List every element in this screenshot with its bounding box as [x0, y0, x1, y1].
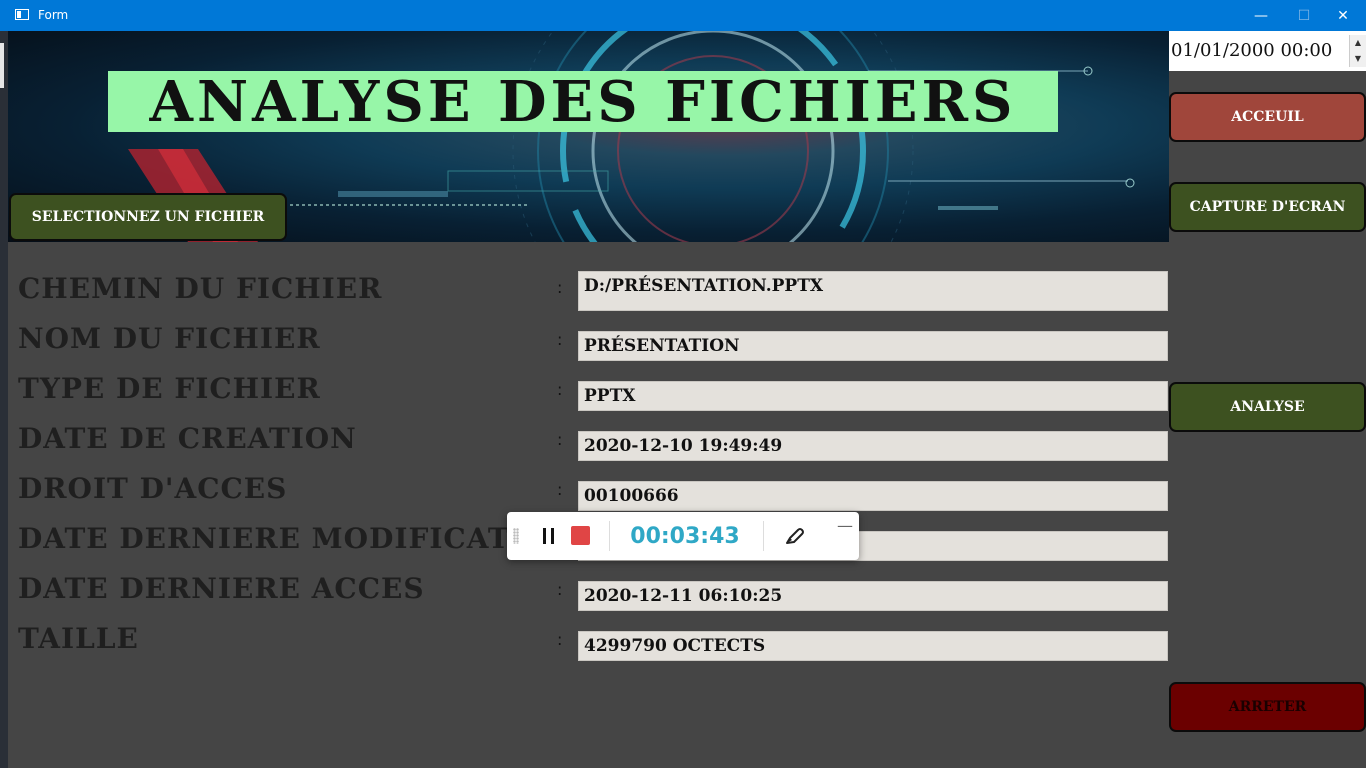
pause-icon[interactable]: [539, 526, 559, 546]
spin-up-icon[interactable]: ▲: [1350, 35, 1366, 51]
datetime-value: 01/01/2000 00:00: [1171, 40, 1333, 61]
close-button[interactable]: ✕: [1320, 0, 1366, 31]
separator: [763, 521, 764, 551]
datetime-spinner[interactable]: ▲ ▼: [1349, 35, 1366, 67]
colon: :: [557, 630, 563, 649]
page-title: ANALYSE DES FICHIERS: [108, 71, 1058, 132]
window-titlebar[interactable]: Form — ☐ ✕: [0, 0, 1366, 31]
acceuil-button[interactable]: ACCEUIL: [1169, 92, 1366, 142]
label-date-modification: DATE DERNIERE MODIFICATION: [18, 522, 576, 555]
analyse-button[interactable]: ANALYSE: [1169, 382, 1366, 432]
datetime-picker[interactable]: 01/01/2000 00:00 ▲ ▼: [1169, 31, 1366, 71]
label-date-creation: DATE DE CREATION: [18, 422, 357, 455]
screen-recorder-toolbar[interactable]: 00:03:43 —: [507, 512, 859, 560]
window-app-icon: [15, 9, 29, 20]
label-date-acces: DATE DERNIERE ACCES: [18, 572, 425, 605]
minimize-recorder-icon[interactable]: —: [837, 516, 853, 535]
arreter-button[interactable]: ARRETER: [1169, 682, 1366, 732]
stop-icon[interactable]: [571, 526, 590, 545]
colon: :: [557, 330, 563, 349]
spin-down-icon[interactable]: ▼: [1350, 51, 1366, 67]
field-taille[interactable]: 4299790 OCTECTS: [578, 631, 1168, 661]
field-chemin[interactable]: D:/PRÉSENTATION.PPTX: [578, 271, 1168, 311]
colon: :: [557, 580, 563, 599]
colon: :: [557, 380, 563, 399]
field-nom[interactable]: PRÉSENTATION: [578, 331, 1168, 361]
minimize-button[interactable]: —: [1238, 0, 1284, 31]
field-date-acces[interactable]: 2020-12-11 06:10:25: [578, 581, 1168, 611]
colon: :: [557, 430, 563, 449]
field-date-creation[interactable]: 2020-12-10 19:49:49: [578, 431, 1168, 461]
field-type[interactable]: PPTX: [578, 381, 1168, 411]
label-droit-acces: DROIT D'ACCES: [18, 472, 288, 505]
label-type: TYPE DE FICHIER: [18, 372, 321, 405]
separator: [609, 521, 610, 551]
select-file-button[interactable]: SELECTIONNEZ UN FICHIER: [9, 193, 287, 241]
drag-handle-icon[interactable]: [513, 528, 519, 544]
label-chemin: CHEMIN DU FICHIER: [18, 272, 383, 305]
left-window-edge: [0, 31, 8, 768]
label-nom: NOM DU FICHIER: [18, 322, 321, 355]
recording-timer: 00:03:43: [630, 524, 740, 549]
pen-icon[interactable]: [783, 525, 805, 547]
window-title: Form: [38, 8, 69, 22]
label-taille: TAILLE: [18, 622, 139, 655]
capture-button[interactable]: CAPTURE D'ECRAN: [1169, 182, 1366, 232]
colon: :: [557, 278, 563, 297]
field-droit-acces[interactable]: 00100666: [578, 481, 1168, 511]
colon: :: [557, 480, 563, 499]
